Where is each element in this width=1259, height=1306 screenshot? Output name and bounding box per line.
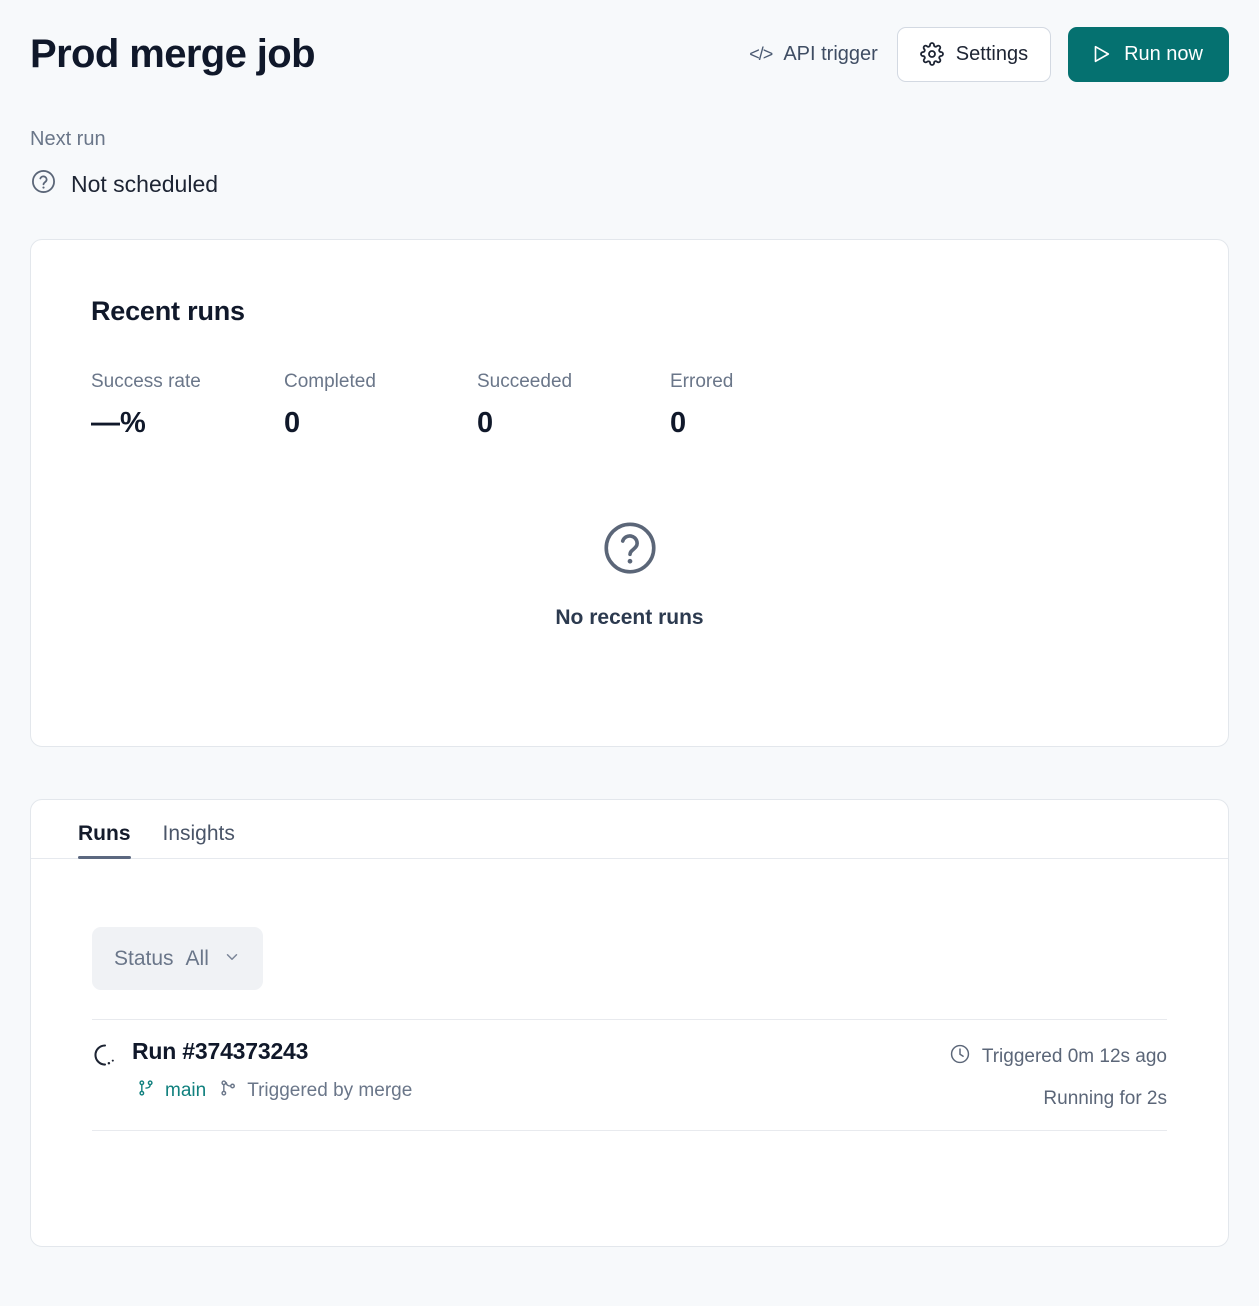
next-run-value-row: Not scheduled [30,168,1229,201]
stat-value: 0 [670,407,687,439]
run-now-button[interactable]: Run now [1068,26,1229,82]
stat-completed: Completed 0 [284,371,477,440]
filter-row: Status All [31,859,1228,990]
stat-label: Completed [284,371,376,392]
stat-label: Succeeded [477,371,573,392]
table-row[interactable]: Run #374373243 main Triggered by merge T… [92,1019,1167,1131]
status-filter-value: All [185,946,209,970]
recent-runs-card: Recent runs Success rate —% Completed 0 … [30,239,1229,747]
stat-label: Success rate [91,371,201,392]
loading-spinner-icon [92,1042,118,1104]
stat-label: Errored [670,371,734,392]
runs-tabs-card: Runs Insights Status All Run #374373243 … [30,799,1229,1247]
run-branch[interactable]: main [136,1078,206,1104]
play-icon [1090,43,1112,65]
api-trigger-button[interactable]: </> API trigger [749,43,880,66]
status-filter-label: Status [114,946,174,970]
stat-value: —% [91,407,146,439]
git-branch-icon [136,1078,156,1104]
run-title: Run #374373243 [132,1038,309,1064]
git-merge-icon [218,1078,238,1104]
stat-success-rate: Success rate —% [91,371,284,440]
next-run-value: Not scheduled [71,171,219,197]
run-now-label: Run now [1124,42,1203,65]
settings-label: Settings [955,42,1029,65]
question-circle-icon [600,518,660,583]
clock-icon [949,1043,971,1071]
run-row-main: Run #374373243 main Triggered by merge [92,1038,412,1104]
run-info: Run #374373243 main Triggered by merge [132,1038,412,1104]
run-triggered-label: Triggered 0m 12s ago [981,1046,1167,1067]
run-meta: main Triggered by merge [136,1078,412,1104]
recent-runs-title: Recent runs [91,296,245,326]
recent-runs-stats: Success rate —% Completed 0 Succeeded 0 … [91,371,1168,440]
run-triggered: Triggered 0m 12s ago [949,1043,1167,1071]
next-run-label: Next run [30,128,106,150]
header-actions: </> API trigger Settings Run now [749,26,1229,82]
code-icon: </> [749,43,773,64]
tab-insights[interactable]: Insights [163,822,235,859]
page-header: Prod merge job </> API trigger Settings [30,0,1229,86]
stat-value: 0 [477,407,494,439]
stat-errored: Errored 0 [670,371,863,440]
run-branch-label: main [165,1080,207,1101]
page-title: Prod merge job [30,32,316,76]
gear-icon [919,42,944,66]
run-trigger-label: Triggered by merge [247,1080,413,1101]
recent-runs-empty-state: No recent runs [91,518,1168,630]
tab-bar: Runs Insights [31,800,1228,859]
job-detail-page: Prod merge job </> API trigger Settings [0,0,1259,1306]
api-trigger-label: API trigger [783,42,878,65]
status-filter-dropdown[interactable]: Status All [92,927,263,990]
chevron-down-icon [223,948,241,970]
run-row-timing: Triggered 0m 12s ago Running for 2s [949,1038,1167,1110]
settings-button[interactable]: Settings [896,26,1052,82]
runs-list: Run #374373243 main Triggered by merge T… [92,1019,1167,1131]
stat-value: 0 [284,407,301,439]
run-duration: Running for 2s [1043,1088,1167,1109]
run-trigger: Triggered by merge [218,1078,412,1104]
question-circle-icon [30,168,57,201]
stat-succeeded: Succeeded 0 [477,371,670,440]
empty-state-text: No recent runs [555,606,704,629]
next-run-section: Next run Not scheduled [30,128,1229,201]
tab-runs[interactable]: Runs [78,822,131,859]
